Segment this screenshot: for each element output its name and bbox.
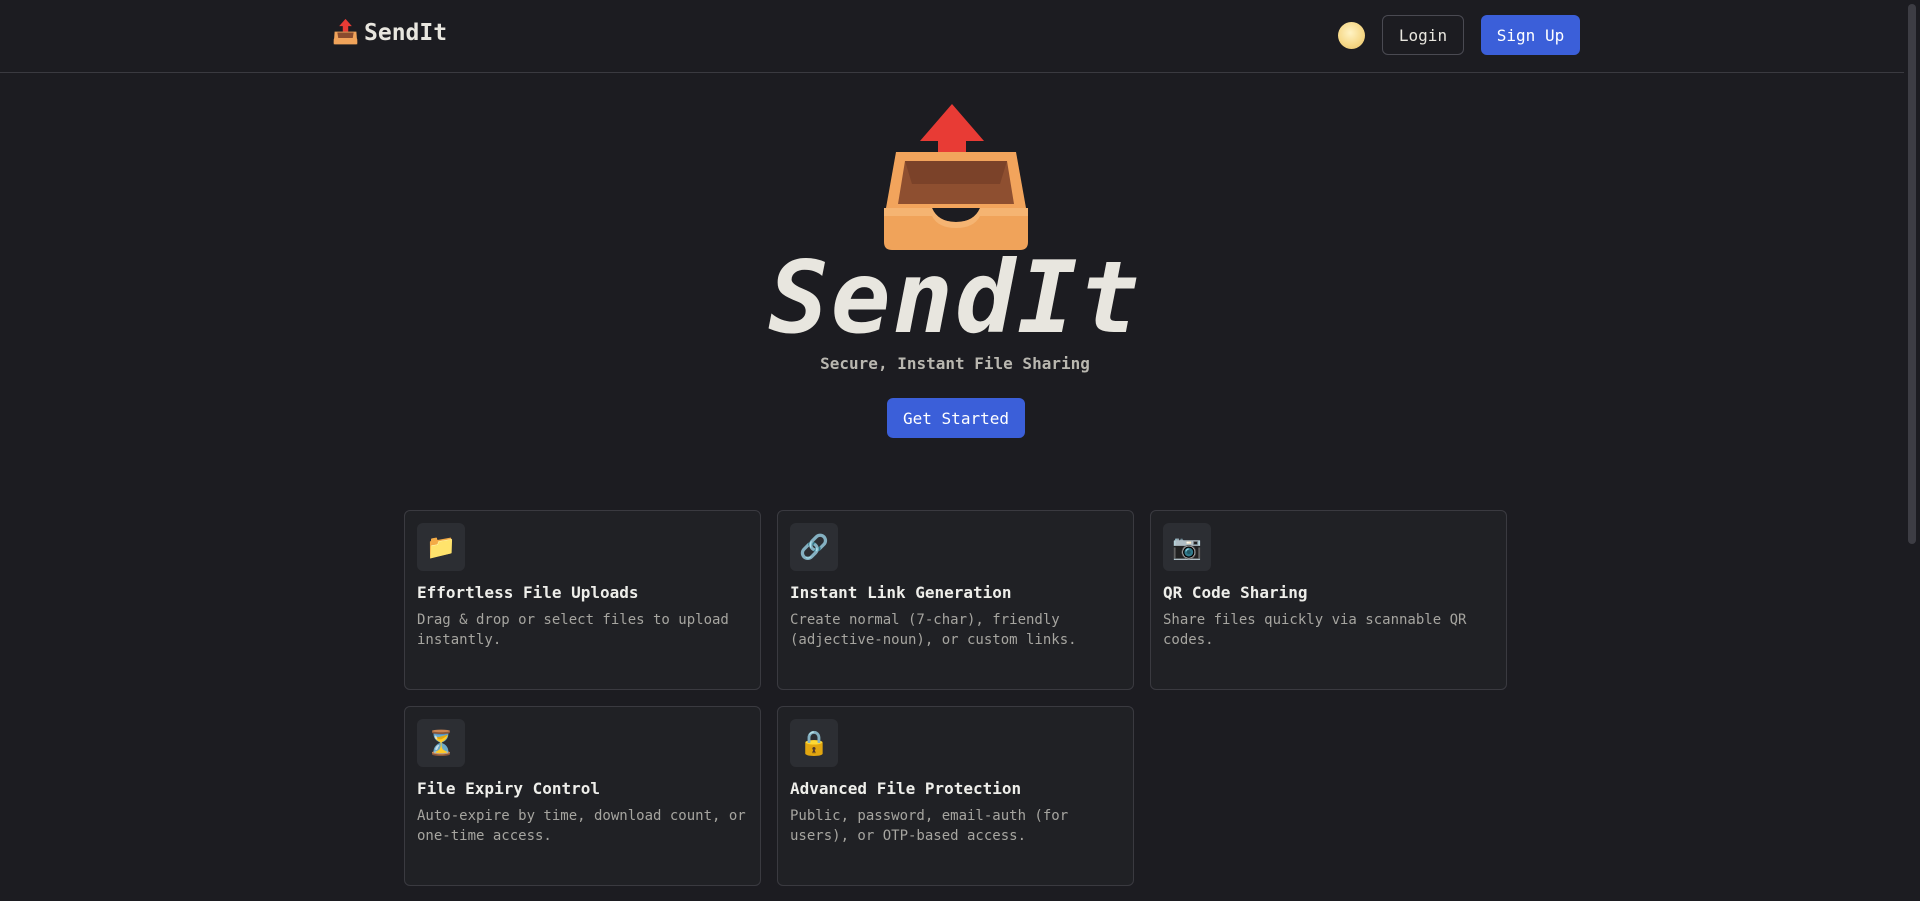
outbox-tray-icon bbox=[333, 18, 358, 45]
feature-card-expiry: ⏳ File Expiry Control Auto-expire by tim… bbox=[404, 706, 761, 886]
lock-icon: 🔒 bbox=[790, 719, 838, 767]
login-button[interactable]: Login bbox=[1382, 15, 1464, 55]
theme-toggle-moon-icon[interactable] bbox=[1338, 22, 1365, 49]
camera-icon: 📷 bbox=[1163, 523, 1211, 571]
top-navbar: SendIt Login Sign Up bbox=[0, 0, 1904, 73]
brand-name: SendIt bbox=[364, 19, 448, 46]
signup-button[interactable]: Sign Up bbox=[1481, 15, 1580, 55]
get-started-button[interactable]: Get Started bbox=[887, 398, 1025, 438]
scrollbar-thumb[interactable] bbox=[1908, 4, 1916, 544]
brand-logo-link[interactable]: SendIt bbox=[331, 18, 447, 47]
folder-icon: 📁 bbox=[417, 523, 465, 571]
feature-description: Share files quickly via scannable QR cod… bbox=[1163, 612, 1467, 648]
hourglass-icon: ⏳ bbox=[417, 719, 465, 767]
feature-card-protection: 🔒 Advanced File Protection Public, passw… bbox=[777, 706, 1134, 886]
feature-description: Create normal (7-char), friendly (adject… bbox=[790, 612, 1077, 648]
hero-subtitle: Secure, Instant File Sharing bbox=[820, 354, 1090, 373]
feature-title: QR Code Sharing bbox=[1163, 583, 1308, 602]
feature-description: Drag & drop or select files to upload in… bbox=[417, 612, 729, 648]
feature-description: Public, password, email-auth (for users)… bbox=[790, 808, 1069, 844]
link-icon: 🔗 bbox=[790, 523, 838, 571]
feature-title: Advanced File Protection bbox=[790, 779, 1022, 798]
hero-title: SendIt bbox=[768, 239, 1142, 356]
feature-card-links: 🔗 Instant Link Generation Create normal … bbox=[777, 510, 1134, 690]
outbox-tray-icon bbox=[884, 104, 1028, 250]
feature-title: Instant Link Generation bbox=[790, 583, 1012, 602]
feature-title: File Expiry Control bbox=[417, 779, 601, 798]
feature-description: Auto-expire by time, download count, or … bbox=[417, 808, 746, 844]
feature-card-qr: 📷 QR Code Sharing Share files quickly vi… bbox=[1150, 510, 1507, 690]
feature-card-uploads: 📁 Effortless File Uploads Drag & drop or… bbox=[404, 510, 761, 690]
page-scrollbar[interactable] bbox=[1904, 0, 1920, 901]
feature-title: Effortless File Uploads bbox=[417, 583, 639, 602]
